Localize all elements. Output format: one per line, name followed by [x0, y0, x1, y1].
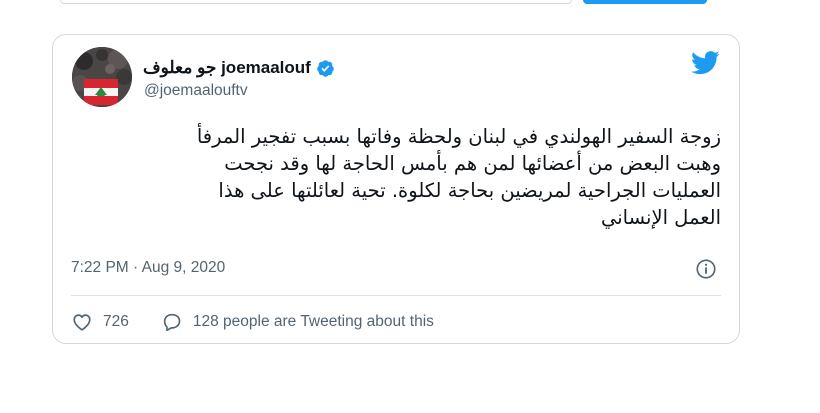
verified-badge-icon — [317, 59, 334, 77]
tweet-text-line: العمل الإنساني — [601, 206, 721, 229]
tweet-card[interactable]: جو معلوف joemaalouf @joemaalouftv زوجة ا… — [52, 34, 740, 344]
tweet-text: زوجة السفير الهولندي في لبنان ولحظة وفات… — [71, 123, 721, 231]
heart-icon — [73, 314, 91, 331]
tweet-text-line: وهبت البعض من أعضائها لمن هم بأمس الحاجة… — [224, 152, 721, 175]
author-name-row[interactable]: جو معلوف joemaalouf — [143, 56, 335, 80]
reply-button[interactable]: 128 people are Tweeting about this — [161, 311, 434, 333]
reply-text: 128 people are Tweeting about this — [192, 313, 434, 330]
comment-bubble-icon — [163, 313, 181, 332]
display-name[interactable]: جو معلوف joemaalouf — [143, 58, 311, 78]
embed-top-accent — [583, 0, 707, 4]
embed-top-edge — [60, 0, 572, 4]
like-button[interactable]: 726 — [71, 311, 129, 333]
divider — [71, 295, 721, 296]
author-handle[interactable]: @joemaalouftv — [144, 82, 248, 100]
twitter-bird-icon[interactable] — [691, 51, 720, 75]
tweet-text-line: زوجة السفير الهولندي في لبنان ولحظة وفات… — [196, 125, 721, 148]
tweet-actions: 726 128 people are Tweeting about this — [71, 309, 434, 335]
like-count: 726 — [103, 313, 129, 330]
info-icon[interactable] — [695, 258, 717, 280]
avatar[interactable] — [72, 47, 132, 107]
tweet-timestamp[interactable]: 7:22 PM · Aug 9, 2020 — [71, 259, 225, 277]
tweet-text-line: العمليات الجراحية لمريضين بحاجة لكلوة. ت… — [218, 179, 721, 202]
